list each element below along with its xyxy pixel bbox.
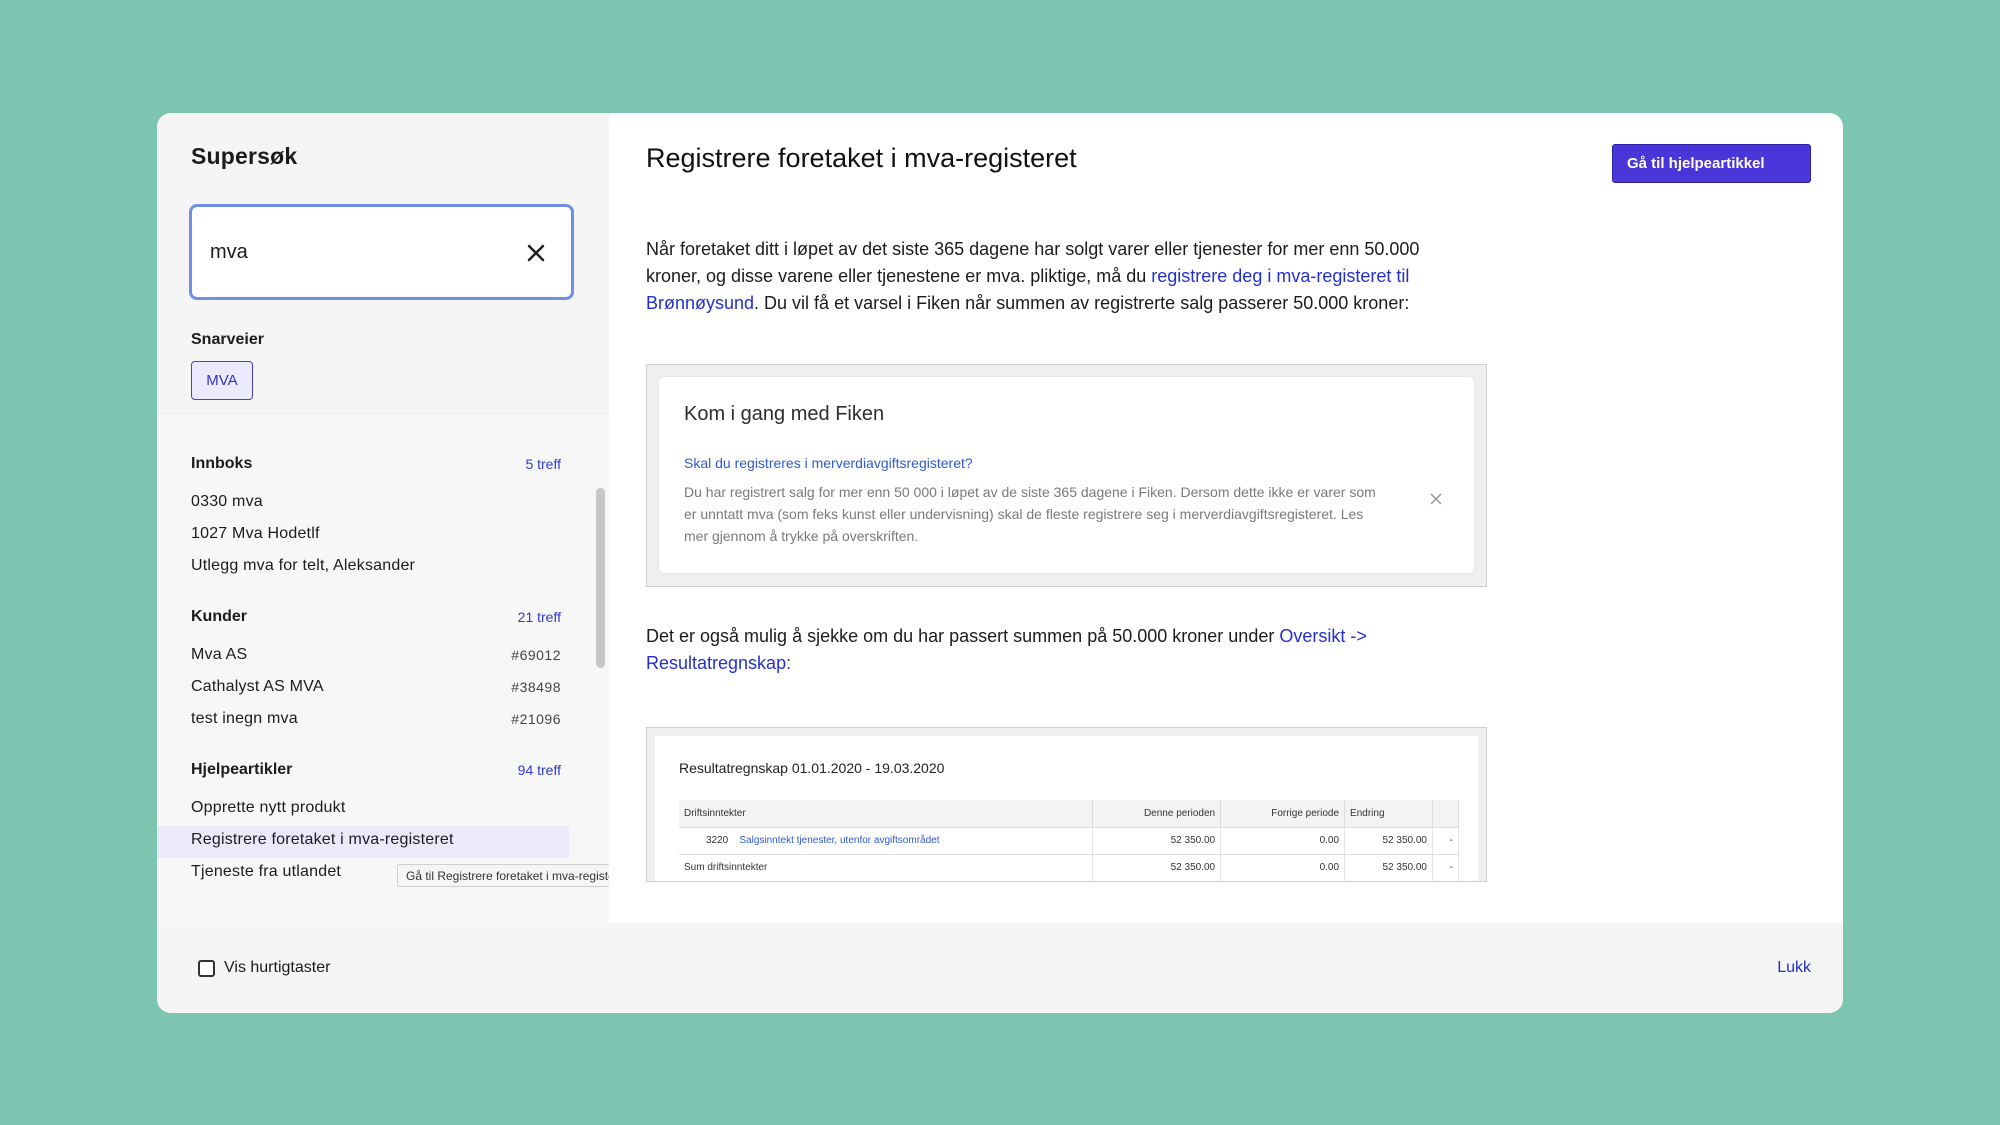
customer-number: #21096 — [511, 711, 561, 727]
list-item-label: Opprette nytt produkt — [191, 799, 346, 816]
modal-footer: Vis hurtigtaster Lukk — [157, 923, 1843, 1013]
checkbox-label[interactable]: Vis hurtigtaster — [224, 959, 330, 977]
close-icon — [1430, 493, 1442, 505]
search-input[interactable] — [210, 237, 510, 267]
paragraph-text: . Du vil få et varsel i Fiken når summen… — [754, 293, 1410, 313]
list-item[interactable]: Cathalyst AS MVA #38498 — [191, 678, 561, 696]
column-header: Forrige periode — [1220, 800, 1346, 828]
section-count[interactable]: 5 treff — [525, 456, 561, 472]
list-item-label: test inegn mva — [191, 710, 298, 727]
tooltip: Gå til Registrere foretaket i mva-regist… — [397, 864, 646, 887]
report-card: Resultatregnskap 01.01.2020 - 19.03.2020… — [655, 736, 1478, 881]
list-item[interactable]: test inegn mva #21096 — [191, 710, 561, 728]
report-title: Resultatregnskap 01.01.2020 - 19.03.2020 — [679, 760, 945, 776]
article-image-report: Resultatregnskap 01.01.2020 - 19.03.2020… — [646, 727, 1487, 882]
list-item-label: 1027 Mva Hodetlf — [191, 525, 320, 542]
table-row: Sum driftsinntekter 52 350.00 0.00 52 35… — [679, 854, 1460, 881]
list-item[interactable]: Utlegg mva for telt, Aleksander — [191, 557, 561, 575]
list-item-label: Registrere foretaket i mva-registeret — [191, 831, 454, 848]
value-cell: 0.00 — [1220, 827, 1346, 855]
supersearch-modal: Supersøk Snarveier MVA Innboks 5 treff 0… — [157, 113, 1843, 1013]
close-link[interactable]: Lukk — [1777, 959, 1811, 977]
report-table: Driftsinntekter Denne perioden Forrige p… — [679, 800, 1460, 881]
notice-link: Skal du registreres i merverdiavgiftsreg… — [684, 455, 973, 471]
value-cell: 52 350.00 — [1092, 827, 1222, 855]
list-item-label: Mva AS — [191, 646, 248, 663]
paragraph-text: Det er også mulig å sjekke om du har pas… — [646, 626, 1280, 646]
customer-number: #69012 — [511, 647, 561, 663]
go-to-article-button[interactable]: Gå til hjelpeartikkel — [1612, 144, 1811, 183]
search-box[interactable] — [189, 204, 574, 300]
list-item-label: Cathalyst AS MVA — [191, 678, 324, 695]
section-title: Hjelpeartikler — [191, 761, 293, 778]
list-item-label: Tjeneste fra utlandet — [191, 863, 342, 880]
list-item[interactable]: 0330 mva — [191, 493, 561, 511]
notice-heading: Kom i gang med Fiken — [684, 403, 885, 425]
section-header-kunder: Kunder 21 treff — [191, 608, 561, 626]
table-header-row: Driftsinntekter Denne perioden Forrige p… — [679, 800, 1460, 828]
search-panel: Supersøk Snarveier MVA Innboks 5 treff 0… — [157, 113, 646, 1008]
value-cell: 52 350.00 — [1092, 854, 1222, 881]
list-item-label: 0330 mva — [191, 493, 263, 510]
account-code: 3220 — [706, 835, 729, 846]
article-title: Registrere foretaket i mva-registeret — [646, 143, 1077, 173]
section-title: Kunder — [191, 608, 247, 625]
article-preview: Registrere foretaket i mva-registeret Gå… — [609, 113, 1843, 923]
account-name: Salgsinntekt tjenester, utenfor avgiftso… — [739, 835, 940, 846]
article-image-notice: Kom i gang med Fiken Skal du registreres… — [646, 364, 1487, 587]
sum-label-cell: Sum driftsinntekter — [679, 854, 1094, 881]
value-cell: - — [1432, 827, 1460, 855]
shortcut-chip-mva[interactable]: MVA — [191, 361, 253, 400]
article-paragraph: Når foretaket ditt i løpet av det siste … — [646, 236, 1456, 317]
notice-card: Kom i gang med Fiken Skal du registreres… — [659, 377, 1474, 573]
value-cell: 52 350.00 — [1344, 827, 1433, 855]
section-header-innboks: Innboks 5 treff — [191, 455, 561, 473]
column-header: Denne perioden — [1092, 800, 1222, 828]
list-item-selected[interactable]: Registrere foretaket i mva-registeret — [191, 831, 561, 849]
column-header: Endring — [1344, 800, 1433, 828]
column-header: Driftsinntekter — [679, 800, 1094, 828]
table-row: 3220 Salgsinntekt tjenester, utenfor avg… — [679, 827, 1460, 855]
scrollbar[interactable] — [596, 488, 605, 668]
column-header — [1432, 800, 1460, 828]
section-header-hjelpeartikler: Hjelpeartikler 94 treff — [191, 761, 561, 779]
shortcuts-label: Snarveier — [191, 331, 264, 348]
section-title: Innboks — [191, 455, 253, 472]
list-item[interactable]: Mva AS #69012 — [191, 646, 561, 664]
list-item-label: Utlegg mva for telt, Aleksander — [191, 557, 416, 574]
article-paragraph: Det er også mulig å sjekke om du har pas… — [646, 623, 1456, 677]
section-count[interactable]: 94 treff — [518, 762, 561, 778]
value-cell: 52 350.00 — [1344, 854, 1433, 881]
customer-number: #38498 — [511, 679, 561, 695]
close-icon[interactable] — [521, 238, 551, 268]
list-item[interactable]: 1027 Mva Hodetlf — [191, 525, 561, 543]
value-cell: 0.00 — [1220, 854, 1346, 881]
shortcuts-checkbox[interactable] — [198, 960, 215, 977]
account-cell: 3220 Salgsinntekt tjenester, utenfor avg… — [679, 827, 1094, 855]
list-item[interactable]: Opprette nytt produkt — [191, 799, 561, 817]
section-count[interactable]: 21 treff — [518, 609, 561, 625]
panel-title: Supersøk — [191, 143, 298, 169]
value-cell: - — [1432, 854, 1460, 881]
notice-body: Du har registrert salg for mer enn 50 00… — [684, 484, 1376, 544]
